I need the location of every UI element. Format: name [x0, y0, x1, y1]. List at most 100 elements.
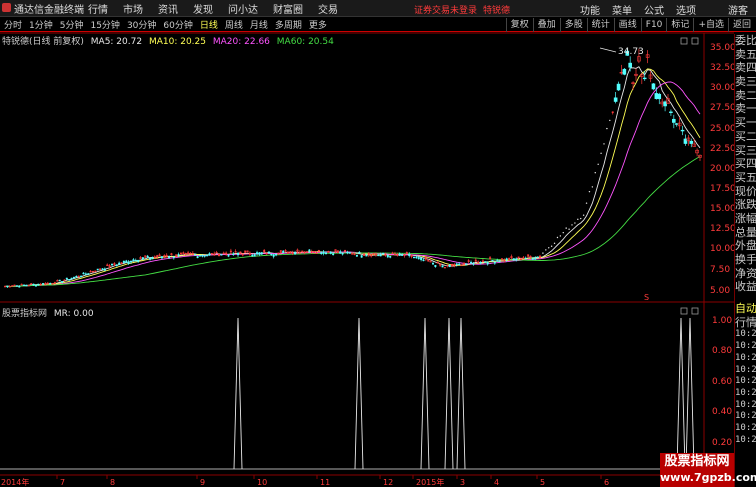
price-tick: 30.00: [710, 83, 736, 93]
side-label: 卖二: [735, 88, 756, 102]
candle-body: [206, 254, 209, 257]
price-axis: 35.00 32.50 30.00 27.50 25.00 22.50 20.0…: [710, 43, 736, 296]
candle-body: [84, 273, 87, 275]
price-tick: 25.00: [710, 124, 736, 134]
candle-body: [4, 285, 7, 288]
candle-body: [465, 263, 468, 266]
sub-restore-icon[interactable]: [680, 307, 688, 315]
date-tick: 7: [60, 478, 65, 487]
candle-body: [431, 263, 434, 265]
candle-body: [160, 256, 163, 259]
candle-body: [515, 258, 518, 261]
indicator-tick: 0.80: [712, 346, 732, 356]
candle-body: [220, 254, 223, 256]
candle-body: [341, 252, 344, 255]
tick-time: 10:20: [735, 352, 756, 363]
price-tick: 35.00: [710, 43, 736, 53]
candle-body: [115, 264, 118, 266]
indicator-legend: 股票指标网 MR: 0.00: [2, 306, 98, 319]
candle-body: [669, 111, 673, 113]
limit-up-dot: [600, 152, 602, 154]
axis-ticks: [56, 475, 666, 479]
candle-body: [141, 257, 144, 260]
limit-up-dot: [585, 202, 588, 204]
candle-body: [622, 68, 627, 75]
candle-body: [134, 259, 137, 262]
candle-body: [118, 262, 121, 265]
date-tick: 5: [540, 478, 545, 487]
candle-body: [531, 258, 534, 260]
candle-body: [491, 260, 494, 262]
watermark: 股票指标网 www.7gpzb.com: [660, 453, 756, 487]
sub-maximize-icon[interactable]: [691, 307, 699, 315]
candle-body: [18, 286, 21, 288]
candle-body: [322, 251, 325, 254]
limit-up-dot: [606, 127, 608, 130]
candle-body: [68, 279, 71, 281]
candle-body: [125, 260, 128, 263]
limit-up-dot: [574, 222, 576, 224]
indicator-tick: 0.40: [712, 407, 732, 417]
limit-up-dot: [568, 228, 570, 230]
candle-body: [23, 284, 26, 286]
candle-body: [493, 261, 496, 264]
candle-body: [149, 257, 152, 260]
candle-body: [122, 260, 125, 263]
indicator-spike: [233, 317, 243, 470]
limit-up-dot: [556, 236, 559, 239]
auto-toggle[interactable]: 自动: [735, 302, 756, 316]
maximize-icon[interactable]: [691, 37, 699, 45]
watermark-title: 股票指标网: [664, 454, 730, 469]
candle-body: [42, 283, 45, 285]
candle-body: [61, 281, 64, 283]
candle-body: [87, 273, 90, 275]
price-tick: 12.50: [710, 224, 736, 234]
date-axis: 2014年 7 8 9 10 11 12 2015年 3 4 5 6 7: [1, 477, 673, 487]
candle-body: [267, 251, 270, 254]
candle-body: [672, 118, 676, 123]
candle-body: [382, 252, 385, 255]
candle-body: [415, 256, 418, 259]
candle-body: [628, 62, 632, 68]
candle-body: [227, 255, 230, 257]
candle-body: [339, 251, 342, 254]
candle-body: [260, 252, 263, 255]
indicator-tick: 1.00: [712, 316, 732, 326]
candle-body: [401, 254, 404, 256]
indicator-spike: [420, 317, 430, 470]
candle-body: [294, 252, 297, 255]
side-label: 总量: [735, 225, 756, 239]
limit-up-dot: [591, 186, 594, 188]
candle-body: [127, 261, 130, 264]
side-label: 换手: [735, 253, 756, 266]
candle-body: [324, 252, 327, 255]
date-tick: 8: [110, 478, 115, 487]
date-tick: 12: [383, 478, 393, 487]
candle-body: [320, 252, 323, 254]
candle-body: [420, 257, 423, 260]
window-controls[interactable]: [680, 37, 699, 45]
restore-icon[interactable]: [680, 37, 688, 45]
price-tick: 17.50: [710, 184, 736, 194]
quote-side-panel: 委比 卖五 卖四 卖三 卖二 卖一 买一 买二 买三 买四 买五 现价 涨跌 涨…: [734, 34, 756, 487]
candle-body: [201, 254, 204, 257]
date-tick: 2014年: [1, 477, 29, 487]
candle-body: [172, 256, 175, 259]
candle-body: [505, 258, 508, 261]
kline-chart[interactable]: 35.00 32.50 30.00 27.50 25.00 22.50 20.0…: [0, 0, 756, 487]
indicator-spike: [456, 317, 466, 470]
side-header: 行情: [735, 315, 756, 329]
candle-body: [196, 256, 199, 259]
candle-body: [365, 255, 368, 257]
candle-body: [96, 268, 99, 271]
price-tick: 32.50: [710, 63, 736, 73]
date-tick: 4: [494, 478, 499, 487]
limit-up-dot: [609, 119, 611, 122]
candle-body: [484, 261, 487, 263]
limit-up-dot: [582, 214, 585, 216]
candle-body: [146, 255, 149, 258]
candle-body: [657, 93, 662, 100]
candle-body: [689, 140, 694, 144]
candle-body: [651, 83, 656, 90]
sub-window-controls[interactable]: [680, 307, 699, 315]
